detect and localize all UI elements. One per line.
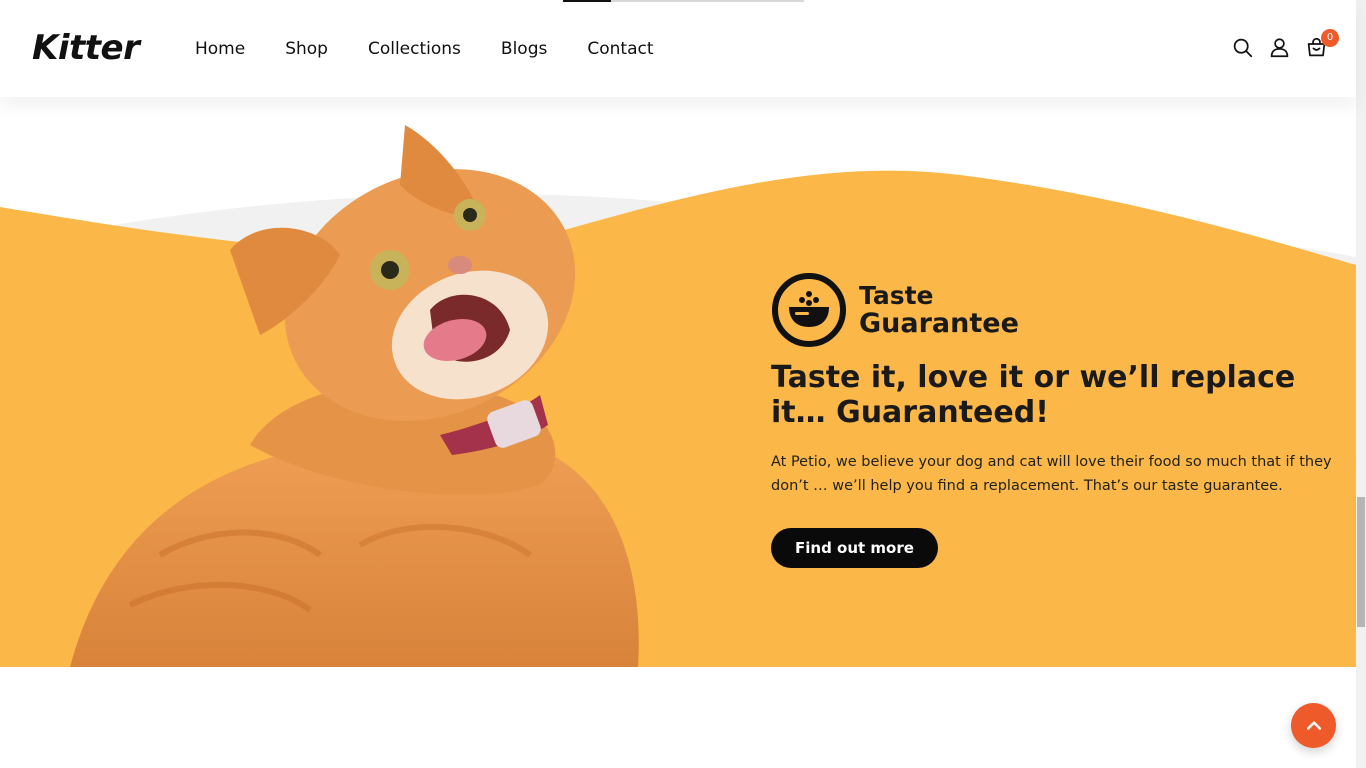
- food-bowl-icon: [772, 273, 846, 347]
- cat-image: [70, 125, 639, 667]
- page-scrollbar[interactable]: [1356, 0, 1366, 768]
- nav-item-blogs[interactable]: Blogs: [501, 39, 547, 59]
- taste-guarantee-badge: Taste Guarantee: [771, 272, 1336, 348]
- find-out-more-button[interactable]: Find out more: [771, 528, 938, 568]
- badge-line-2: Guarantee: [859, 308, 1019, 339]
- site-logo[interactable]: Kitter: [32, 28, 140, 68]
- scroll-progress-fill: [563, 0, 612, 2]
- hero-content: Taste Guarantee Taste it, love it or we’…: [771, 272, 1336, 568]
- hero-description: At Petio, we believe your dog and cat wi…: [771, 454, 1332, 494]
- user-icon[interactable]: [1268, 36, 1291, 59]
- back-to-top-button[interactable]: [1291, 703, 1336, 748]
- main-nav: Home Shop Collections Blogs Contact: [195, 37, 694, 61]
- cart-count-badge: 0: [1321, 29, 1339, 47]
- taste-guarantee-hero: Taste Guarantee Taste it, love it or we’…: [0, 97, 1356, 667]
- nav-item-collections[interactable]: Collections: [368, 39, 461, 59]
- search-icon[interactable]: [1231, 36, 1254, 59]
- header-actions: 0: [1231, 29, 1339, 59]
- nav-item-home[interactable]: Home: [195, 39, 245, 59]
- scroll-progress-track: [563, 0, 804, 2]
- hero-heading: Taste it, love it or we’ll replace it… G…: [771, 360, 1296, 430]
- badge-line-1: Taste: [859, 281, 934, 310]
- chevron-up-icon: [1306, 720, 1321, 730]
- site-header: Kitter Home Shop Collections Blogs Conta…: [0, 0, 1356, 97]
- nav-item-contact[interactable]: Contact: [587, 39, 653, 59]
- cart-icon[interactable]: 0: [1305, 29, 1339, 59]
- scrollbar-thumb[interactable]: [1357, 497, 1365, 627]
- nav-item-shop[interactable]: Shop: [285, 39, 328, 59]
- badge-title: Taste Guarantee: [859, 282, 1019, 338]
